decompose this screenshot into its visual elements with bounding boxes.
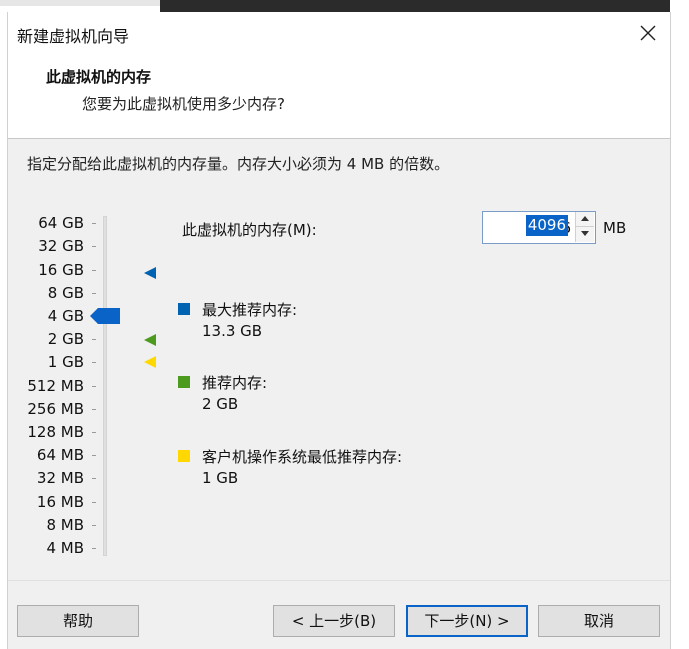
guest-min-title: 客户机操作系统最低推荐内存: — [202, 448, 403, 466]
close-button[interactable] — [636, 21, 660, 45]
scale-tick — [92, 409, 96, 410]
new-vm-wizard-dialog: 新建虚拟机向导 此虚拟机的内存 您要为此虚拟机使用多少内存? 指定分配给此虚拟机… — [7, 12, 671, 649]
scale-tick — [92, 525, 96, 526]
back-button[interactable]: < 上一步(B) — [273, 605, 395, 637]
guest-min-value: 1 GB — [202, 469, 239, 487]
scale-tick — [92, 502, 96, 503]
scale-label: 64 GB — [38, 214, 84, 232]
help-button[interactable]: 帮助 — [17, 605, 139, 637]
recommended-marker-icon — [144, 334, 156, 346]
wizard-header: 新建虚拟机向导 此虚拟机的内存 您要为此虚拟机使用多少内存? — [8, 12, 670, 139]
background-strip-dark — [160, 0, 670, 12]
page-subheading: 您要为此虚拟机使用多少内存? — [82, 95, 285, 113]
background-strip-light — [0, 0, 160, 6]
memory-unit-label: MB — [603, 219, 627, 237]
recommended-legend-icon — [178, 376, 190, 388]
guest-min-legend-icon — [178, 450, 190, 462]
memory-slider-track[interactable] — [103, 216, 107, 556]
scale-tick — [92, 362, 96, 363]
scale-label: 4 GB — [47, 307, 84, 325]
memory-size-label: 此虚拟机的内存(M): — [182, 221, 317, 239]
scale-tick — [92, 339, 96, 340]
scale-tick — [92, 246, 96, 247]
spin-down-button[interactable] — [575, 227, 594, 242]
memory-slider-thumb[interactable] — [90, 308, 120, 324]
memory-input-selection: 4096 — [525, 215, 568, 236]
footer-separator — [8, 580, 670, 581]
arrow-down-icon — [581, 231, 589, 236]
scale-tick — [92, 455, 96, 456]
scale-label: 64 MB — [36, 446, 84, 464]
scale-label: 4 MB — [46, 539, 84, 557]
scale-label: 32 GB — [38, 237, 84, 255]
close-icon — [640, 25, 656, 41]
scale-label: 16 GB — [38, 261, 84, 279]
guest-min-marker-icon — [144, 356, 156, 368]
max-recommended-legend-icon — [178, 303, 190, 315]
scale-label: 2 GB — [47, 330, 84, 348]
scale-tick — [92, 386, 96, 387]
scale-tick — [92, 270, 96, 271]
max-recommended-marker-icon — [144, 267, 156, 279]
scale-tick — [92, 478, 96, 479]
instruction-text: 指定分配给此虚拟机的内存量。内存大小必须为 4 MB 的倍数。 — [27, 155, 450, 173]
scale-tick — [92, 293, 96, 294]
scale-label: 512 MB — [27, 377, 84, 395]
scale-label: 128 MB — [27, 423, 84, 441]
arrow-up-icon — [581, 216, 589, 221]
scale-tick — [92, 223, 96, 224]
cancel-button[interactable]: 取消 — [538, 605, 660, 637]
page-heading: 此虚拟机的内存 — [46, 68, 152, 86]
scale-label: 8 MB — [46, 516, 84, 534]
scale-label: 16 MB — [36, 493, 84, 511]
scale-label: 8 GB — [47, 284, 84, 302]
scale-tick — [92, 548, 96, 549]
scale-label: 32 MB — [36, 469, 84, 487]
next-button[interactable]: 下一步(N) > — [406, 605, 528, 637]
background-strip-gap — [670, 0, 689, 12]
memory-spinbox[interactable]: 4096 — [482, 211, 596, 244]
max-recommended-title: 最大推荐内存: — [202, 301, 298, 319]
spin-up-button[interactable] — [575, 212, 594, 227]
scale-label: 256 MB — [27, 400, 84, 418]
scale-label: 1 GB — [47, 353, 84, 371]
recommended-value: 2 GB — [202, 395, 239, 413]
recommended-title: 推荐内存: — [202, 374, 268, 392]
max-recommended-value: 13.3 GB — [202, 322, 263, 340]
window-title: 新建虚拟机向导 — [17, 27, 130, 46]
scale-tick — [92, 432, 96, 433]
